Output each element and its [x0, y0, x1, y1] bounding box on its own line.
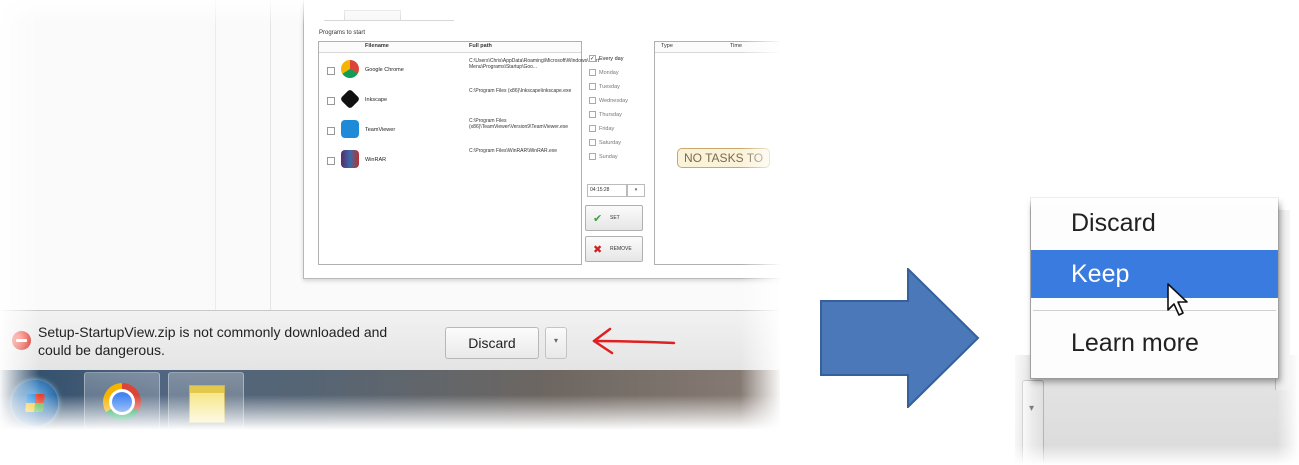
teamviewer-icon	[341, 120, 359, 138]
download-warning-message: Setup-StartupView.zip is not commonly do…	[38, 324, 388, 358]
program-name: WinRAR	[365, 157, 387, 163]
day-checkbox-thursday[interactable]: Thursday	[589, 111, 622, 121]
program-path: C:\Program Files (x86)\TeamViewer\Versio…	[469, 118, 569, 130]
program-name: Google Chrome	[365, 67, 404, 73]
app-tabstrip	[324, 8, 454, 21]
table-row[interactable]: WinRAR C:\Program Files\WinRAR\WinRAR.ex…	[319, 146, 581, 176]
menu-separator	[1033, 310, 1276, 311]
inkscape-icon	[339, 88, 361, 110]
programs-table: Filename Full path Google Chrome C:\User…	[318, 41, 600, 265]
day-checkbox-monday[interactable]: Monday	[589, 69, 619, 79]
sticky-notes-icon	[189, 385, 225, 423]
app-tab[interactable]	[344, 10, 401, 20]
download-options-dropdown[interactable]: ▾	[545, 327, 567, 359]
taskbar-notes-button[interactable]	[168, 372, 244, 430]
row-checkbox[interactable]	[327, 157, 335, 165]
tasks-list: Type Time NO TASKS TO	[654, 41, 780, 265]
programs-section-label: Programs to start	[319, 30, 366, 36]
left-screenshot: Programs to start Filename Full path Goo…	[0, 0, 780, 430]
days-list: ✓ Every day Monday Tuesday Wednesday Thur…	[587, 41, 647, 183]
browser-divider	[270, 0, 271, 310]
download-warning-bar: Setup-StartupView.zip is not commonly do…	[0, 310, 780, 371]
zoomed-menu-screenshot: ▾ Discard Keep Learn more	[1010, 195, 1299, 465]
chevron-down-icon: ▾	[1029, 403, 1035, 414]
set-button[interactable]: ✔ SET	[585, 205, 643, 231]
mouse-cursor-icon	[1167, 283, 1188, 316]
startupview-window: Programs to start Filename Full path Goo…	[303, 0, 780, 279]
day-checkbox-sunday[interactable]: Sunday	[589, 153, 618, 163]
menu-item-learn-more[interactable]: Learn more	[1031, 316, 1278, 371]
dropdown-arrow-button[interactable]: ▾	[1022, 380, 1044, 465]
checkbox-icon: ✓	[589, 55, 596, 62]
day-checkbox-saturday[interactable]: Saturday	[589, 139, 621, 149]
warning-stop-icon	[12, 331, 31, 350]
table-row[interactable]: Google Chrome C:\Users\Chris\AppData\Roa…	[319, 56, 600, 86]
row-checkbox[interactable]	[327, 97, 335, 105]
red-arrow-annotation-icon	[592, 327, 676, 355]
program-path: C:\Program Files\WinRAR\WinRAR.exe	[469, 148, 558, 154]
checkbox-icon	[589, 97, 596, 104]
remove-button[interactable]: ✖ REMOVE	[585, 236, 643, 262]
checkbox-icon	[589, 153, 596, 160]
checkbox-icon	[589, 69, 596, 76]
tasks-header: Type Time	[655, 42, 780, 53]
discard-button[interactable]: Discard	[445, 327, 539, 359]
row-checkbox[interactable]	[327, 67, 335, 75]
table-header: Filename Full path	[319, 42, 581, 53]
program-name: TeamViewer	[365, 127, 396, 133]
download-context-menu: Discard Keep Learn more	[1030, 197, 1279, 379]
day-checkbox-friday[interactable]: Friday	[589, 125, 614, 135]
program-path: C:\Program Files (x86)\Inkscape\inkscape…	[469, 88, 572, 94]
checkmark-icon: ✔	[593, 213, 603, 225]
column-header-time[interactable]: Time	[730, 43, 742, 49]
day-checkbox-every-day[interactable]: ✓ Every day	[589, 55, 623, 65]
chrome-icon	[341, 60, 359, 78]
checkbox-icon	[589, 125, 596, 132]
taskbar-chrome-button[interactable]	[84, 372, 160, 430]
time-input[interactable]: 04:15:28	[587, 184, 627, 197]
winrar-icon	[341, 150, 359, 168]
checkbox-icon	[589, 139, 596, 146]
time-spinner[interactable]: ▾	[627, 184, 645, 197]
day-checkbox-tuesday[interactable]: Tuesday	[589, 83, 620, 93]
table-row[interactable]: Inkscape C:\Program Files (x86)\Inkscape…	[319, 86, 581, 116]
table-row[interactable]: TeamViewer C:\Program Files (x86)\TeamVi…	[319, 116, 581, 146]
program-name: Inkscape	[365, 97, 388, 103]
menu-item-keep[interactable]: Keep	[1031, 250, 1278, 298]
column-header-path[interactable]: Full path	[469, 43, 492, 49]
chrome-icon	[103, 383, 141, 421]
column-header-filename[interactable]: Filename	[365, 43, 389, 49]
checkbox-icon	[589, 83, 596, 90]
browser-divider	[215, 0, 216, 310]
no-tasks-message: NO TASKS TO	[677, 148, 771, 168]
remove-x-icon: ✖	[593, 244, 603, 256]
program-path: C:\Users\Chris\AppData\Roaming\Microsoft…	[469, 58, 600, 70]
row-checkbox[interactable]	[327, 127, 335, 135]
start-button-icon[interactable]	[12, 380, 58, 426]
big-right-arrow-icon	[820, 268, 980, 408]
windows-taskbar	[0, 370, 780, 430]
column-header-type[interactable]: Type	[661, 43, 673, 49]
day-checkbox-wednesday[interactable]: Wednesday	[589, 97, 628, 107]
checkbox-icon	[589, 111, 596, 118]
menu-item-discard[interactable]: Discard	[1031, 198, 1278, 253]
